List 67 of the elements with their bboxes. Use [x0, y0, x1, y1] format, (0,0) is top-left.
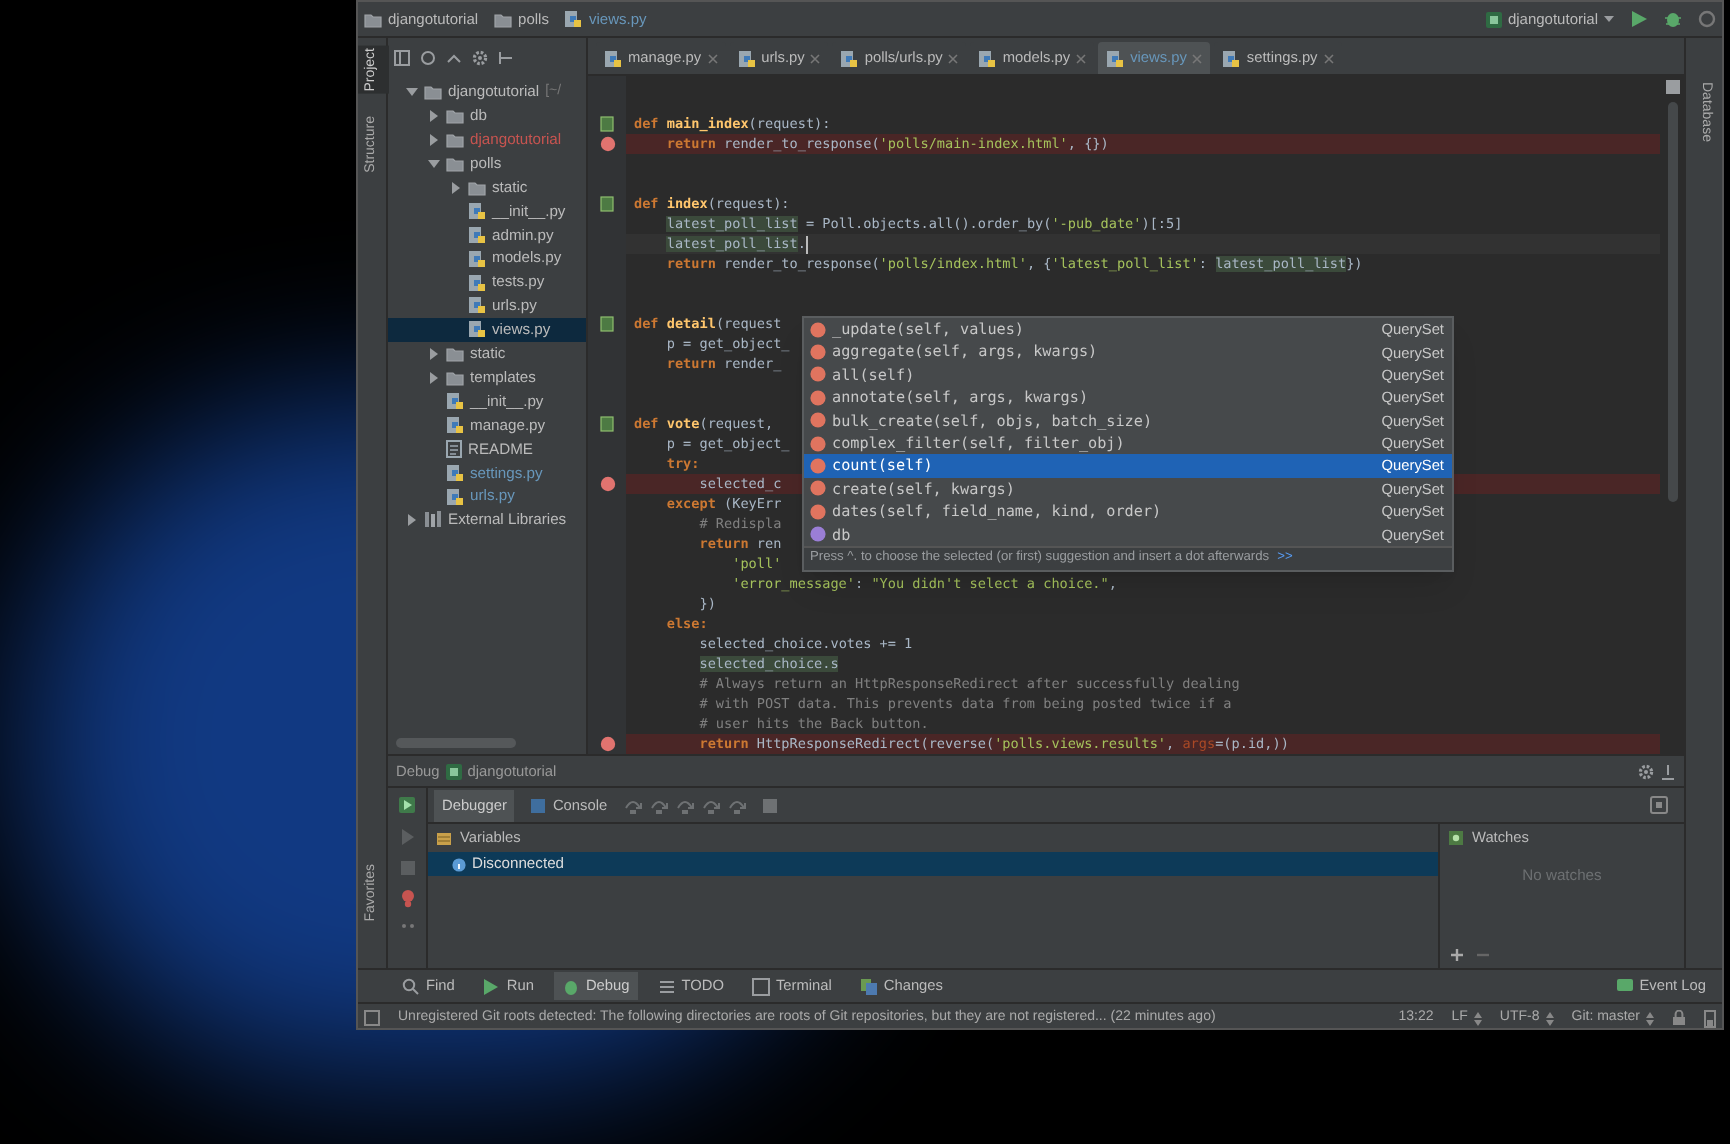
text-file-icon: [446, 439, 462, 458]
expanded-arrow-icon[interactable]: [428, 157, 440, 170]
changes-icon: [859, 977, 878, 995]
collapsed-arrow-icon[interactable]: [428, 109, 440, 122]
run-icon: [482, 977, 501, 995]
python-file-icon: [446, 415, 464, 434]
python-file-icon: [446, 392, 464, 411]
close-icon[interactable]: [948, 53, 959, 63]
python-file-icon: [468, 320, 486, 339]
property-icon: [810, 526, 826, 543]
text-cursor: [805, 235, 808, 253]
folder-icon: [494, 11, 513, 27]
resume-icon[interactable]: [399, 828, 415, 846]
breakpoints-icon[interactable]: [399, 890, 415, 908]
memory-indicator-icon[interactable]: [1704, 1009, 1716, 1027]
watches-icon: [1448, 830, 1464, 846]
stop-icon[interactable]: [399, 860, 415, 876]
python-file-icon: [468, 225, 486, 244]
bug-icon: [561, 977, 580, 995]
scrollbar-thumb[interactable]: [396, 738, 516, 748]
gear-icon[interactable]: [1638, 763, 1654, 779]
list-icon: [657, 977, 676, 995]
caret-icon: [1604, 15, 1614, 23]
close-icon[interactable]: [1076, 53, 1087, 63]
python-file-icon: [604, 49, 622, 67]
close-icon[interactable]: [707, 53, 718, 63]
python-file-icon: [978, 49, 997, 67]
collapsed-arrow-icon[interactable]: [450, 181, 462, 193]
close-icon[interactable]: [810, 53, 821, 63]
python-file-icon: [468, 296, 486, 315]
collapsed-arrow-icon[interactable]: [428, 133, 440, 146]
python-file-icon: [1222, 49, 1241, 67]
gear-icon[interactable]: [472, 49, 488, 65]
scrollbar-thumb[interactable]: [1667, 102, 1677, 502]
python-file-icon: [468, 201, 486, 220]
collapse-icon[interactable]: [446, 49, 462, 65]
python-file-icon: [840, 49, 859, 67]
plus-icon[interactable]: [1450, 947, 1464, 961]
python-file-icon: [1106, 49, 1125, 67]
close-icon[interactable]: [1323, 53, 1334, 63]
lock-icon[interactable]: [1672, 1010, 1686, 1026]
collapsed-arrow-icon[interactable]: [428, 371, 440, 384]
python-file-icon: [446, 463, 464, 482]
python-file-icon: [564, 10, 583, 28]
up-down-arrow-icon[interactable]: [1646, 1011, 1654, 1025]
collapsed-arrow-icon[interactable]: [428, 347, 440, 360]
python-file-icon: [468, 249, 486, 268]
search-icon: [402, 977, 420, 995]
expanded-arrow-icon[interactable]: [406, 85, 418, 98]
variables-icon: [436, 831, 452, 845]
close-icon[interactable]: [1192, 53, 1203, 63]
target-icon[interactable]: [420, 49, 436, 65]
python-file-icon: [468, 273, 486, 292]
folder-icon: [364, 11, 382, 27]
python-file-icon: [737, 49, 756, 67]
up-down-arrow-icon[interactable]: [1473, 1011, 1482, 1025]
up-down-arrow-icon[interactable]: [1545, 1011, 1554, 1025]
library-icon: [424, 510, 442, 529]
run-icon[interactable]: [1630, 10, 1648, 28]
rerun-icon[interactable]: [398, 796, 416, 814]
collapsed-arrow-icon[interactable]: [406, 513, 418, 526]
terminal-icon: [751, 977, 770, 995]
layout-icon[interactable]: [394, 49, 410, 65]
info-icon: [452, 857, 466, 871]
dots-icon[interactable]: [399, 922, 415, 930]
python-file-icon: [446, 487, 464, 506]
bug-icon[interactable]: [1664, 10, 1682, 28]
